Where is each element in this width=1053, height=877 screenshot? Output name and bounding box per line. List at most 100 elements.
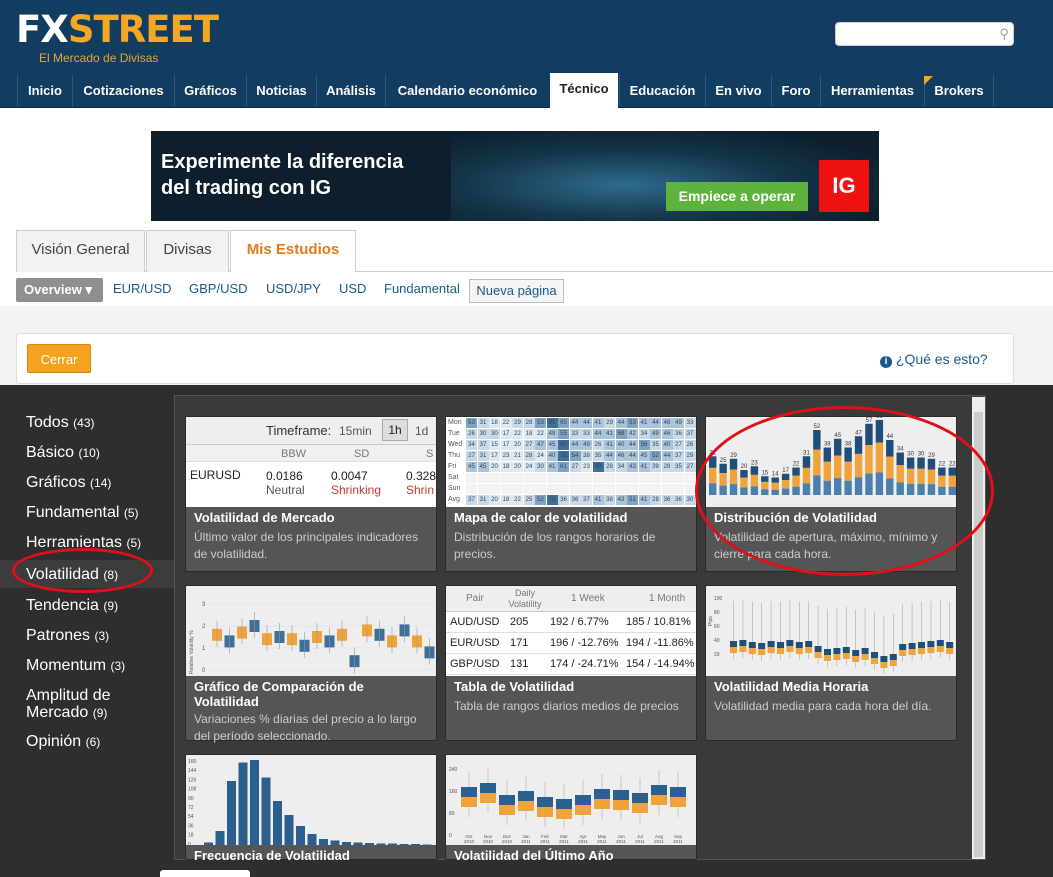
category-basico[interactable]: Básico (10)	[26, 444, 100, 462]
heatmap-cell	[592, 484, 604, 494]
nav-calendario[interactable]: Calendario económico	[385, 75, 549, 107]
heatmap-cell: 41	[592, 495, 604, 505]
card-volatilidad-media-horaria[interactable]: 100 80 60 40 20 Pips Volatilidad Media Horari…	[705, 585, 957, 741]
timeframe-1h[interactable]: 1h	[382, 419, 408, 441]
new-page-button[interactable]: Nueva página	[469, 279, 564, 303]
heatmap-cell	[535, 473, 546, 483]
nav-analisis[interactable]: Análisis	[316, 75, 385, 107]
nav-noticias[interactable]: Noticias	[246, 75, 316, 107]
overview-dropdown[interactable]: Overview ▾	[16, 278, 103, 302]
market-volatility-preview: Timeframe: 15min 1h 1d BBW SD S EURUSD 0…	[186, 417, 436, 507]
heatmap-cell: 18	[500, 495, 512, 505]
col-sd: SD	[354, 448, 370, 460]
timeframe-1d[interactable]: 1d	[415, 424, 428, 438]
nav-brokers[interactable]: Brokers	[924, 75, 994, 107]
heatmap-cell: 27	[523, 440, 535, 450]
hourly-box-bottom	[842, 653, 850, 659]
category-opinion[interactable]: Opinión (6)	[26, 733, 100, 751]
heatmap-cell	[592, 473, 604, 483]
heatmap-cell: 34	[615, 462, 627, 472]
heatmap-cell: 26	[592, 440, 604, 450]
row-divider	[446, 674, 696, 675]
y-tick-label: 90	[188, 796, 194, 802]
sd-value: 0.0047	[331, 469, 368, 483]
year-box-top	[537, 797, 553, 807]
y-tick-label: 18	[188, 833, 194, 839]
heatmap-cell: 41	[638, 462, 650, 472]
nav-herramientas[interactable]: Herramientas	[820, 75, 924, 107]
subnav-eurusd[interactable]: EUR/USD	[113, 281, 172, 296]
tab-divisas[interactable]: Divisas	[146, 230, 229, 272]
close-button[interactable]: Cerrar	[27, 344, 91, 373]
heatmap-cell	[466, 473, 477, 483]
hourly-box-bottom	[758, 649, 766, 655]
hourly-box-bottom	[936, 646, 944, 652]
heatmap-cell: 22	[512, 429, 523, 439]
heatmap-cell: 33	[581, 429, 592, 439]
nav-graficos[interactable]: Gráficos	[174, 75, 246, 107]
heatmap-cell	[466, 484, 477, 494]
card-tabla-volatilidad[interactable]: Pair Daily Volatility 1 Week 1 Month AUD…	[445, 585, 697, 741]
heatmap-cell: 33	[569, 429, 581, 439]
frequency-bar	[365, 843, 374, 845]
tab-vision-general[interactable]: Visión General	[16, 230, 145, 272]
year-box-top	[499, 795, 515, 805]
heatmap-cell: 38	[604, 495, 615, 505]
heatmap-cell: 47	[535, 440, 546, 450]
subnav-fundamental[interactable]: Fundamental	[384, 281, 460, 296]
category-fundamental[interactable]: Fundamental (5)	[26, 504, 139, 522]
nav-en-vivo[interactable]: En vivo	[705, 75, 771, 107]
bottom-button-edge[interactable]	[160, 870, 250, 877]
ad-cta-button[interactable]: Empiece a operar	[666, 182, 808, 211]
category-patrones[interactable]: Patrones (3)	[26, 627, 109, 645]
card-title: Frecuencia de Volatilidad	[194, 848, 350, 863]
heatmap-cell	[546, 484, 558, 494]
heatmap-cell: 18	[489, 418, 500, 428]
category-graficos[interactable]: Gráficos (14)	[26, 474, 111, 492]
category-todos[interactable]: Todos (43)	[26, 414, 95, 432]
fxstreet-logo[interactable]: FXSTREET	[16, 10, 219, 50]
heatmap-cell: 29	[684, 451, 696, 461]
y-tick-label: 80	[714, 610, 720, 616]
card-frecuencia-volatilidad[interactable]: 160 144 126 108 90 72 54 36 18 0 Frecuencia de Vo…	[185, 754, 437, 863]
heatmap-cell: 20	[489, 462, 500, 472]
card-title: Gráfico de Comparación de Volatilidad	[194, 679, 364, 709]
category-momentum[interactable]: Momentum (3)	[26, 657, 125, 675]
hourly-box-top	[786, 640, 794, 646]
hourly-box-bottom	[852, 656, 860, 662]
card-volatilidad-ultimo-ano[interactable]: 240 160 80 0 Oct 2010 Nov 2010 Dec 2010 Jan 2011 Feb…	[445, 754, 697, 863]
help-link[interactable]: i ¿Qué es esto?	[880, 351, 988, 368]
search-icon[interactable]: ⚲	[999, 26, 1009, 42]
card-mapa-calor[interactable]: Mon 53 31 18 22 29 28 53 81 65 44 44 41 29 44 53 41 44 46 4…	[445, 416, 697, 572]
y-axis-label: Relative Volatility %	[189, 630, 195, 674]
card-comparacion-volatilidad[interactable]: 3 2 1 0 Relative Volatility % Gráfico de Com…	[185, 585, 437, 743]
nav-cotizaciones[interactable]: Cotizaciones	[72, 75, 174, 107]
y-axis-label: Pips	[708, 616, 714, 626]
y-tick-label: 80	[449, 811, 455, 817]
tab-mis-estudios[interactable]: Mis Estudios	[230, 230, 356, 273]
nav-educacion[interactable]: Educación	[619, 75, 705, 107]
nav-inicio[interactable]: Inicio	[17, 75, 72, 107]
info-icon: i	[880, 356, 892, 368]
year-box-bottom	[575, 805, 591, 815]
card-desc: Tabla de rangos diarios medios de precio…	[454, 699, 679, 713]
nav-tecnico[interactable]: Técnico	[550, 73, 618, 108]
heatmap-cell: 27	[673, 440, 684, 450]
heatmap-cell: 42	[627, 429, 638, 439]
search-input[interactable]: ⚲	[835, 22, 1014, 46]
category-amplitud-mercado[interactable]: Amplitud de Mercado (9)	[26, 687, 146, 722]
card-volatilidad-mercado[interactable]: Timeframe: 15min 1h 1d BBW SD S EURUSD 0…	[185, 416, 437, 572]
nav-foro[interactable]: Foro	[771, 75, 820, 107]
timeframe-15min[interactable]: 15min	[339, 424, 372, 438]
ig-banner-ad[interactable]: Experimente la diferencia del trading con…	[151, 131, 879, 221]
hourly-box-bottom	[739, 646, 747, 652]
subnav-gbpusd[interactable]: GBP/USD	[189, 281, 248, 296]
category-tendencia[interactable]: Tendencia (9)	[26, 597, 118, 615]
subnav-usdjpy[interactable]: USD/JPY	[266, 281, 321, 296]
year-box-top	[670, 787, 686, 797]
hourly-box-bottom	[899, 650, 907, 656]
heatmap-cell: 40	[546, 451, 558, 461]
y-tick-label: 36	[188, 823, 194, 829]
frequency-bar	[319, 839, 328, 845]
subnav-usd[interactable]: USD	[339, 281, 366, 296]
